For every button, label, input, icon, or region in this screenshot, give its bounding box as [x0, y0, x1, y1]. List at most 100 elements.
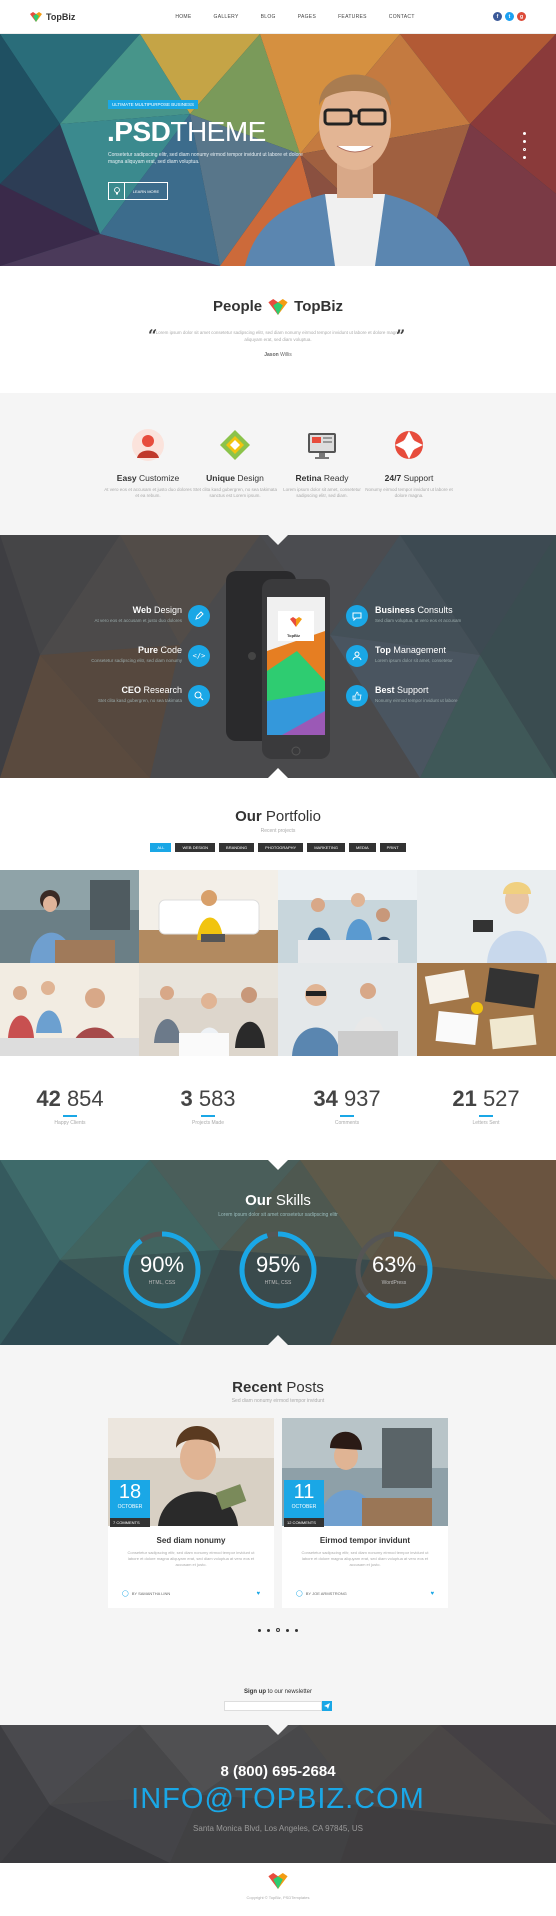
- portfolio-item[interactable]: [139, 870, 278, 963]
- portfolio-item[interactable]: [139, 963, 278, 1056]
- stat-number-bold: 3: [180, 1086, 193, 1111]
- post-card[interactable]: 18 OCTOBER 7 COMMENTS Sed diam nonumy Con…: [108, 1418, 274, 1608]
- portfolio-item[interactable]: [417, 963, 556, 1056]
- menu-home[interactable]: HOME: [175, 14, 191, 20]
- filter-media[interactable]: MEDIA: [348, 843, 376, 852]
- newsletter-title-rest: to our newsletter: [267, 1689, 313, 1695]
- menu-features[interactable]: FEATURES: [338, 14, 367, 20]
- contact-phone[interactable]: 8 (800) 695-2684: [0, 1763, 556, 1780]
- stat-number-rest: 854: [66, 1086, 104, 1111]
- twitter-icon[interactable]: t: [505, 12, 514, 21]
- search-icon: [188, 685, 210, 707]
- stat-number: 34 937: [292, 1086, 402, 1112]
- feature-title: Easy Customize: [103, 473, 193, 483]
- post-card[interactable]: 11 OCTOBER 12 COMMENTS Eirmod tempor invi…: [282, 1418, 448, 1608]
- footer: Copyright © TopBiz, PSDTemplates: [0, 1863, 556, 1916]
- learn-more-button[interactable]: LEARN MORE: [108, 182, 168, 200]
- service-title: Best Support: [375, 685, 495, 695]
- monitor-icon: [277, 427, 367, 463]
- footer-heart-logo-icon[interactable]: [268, 1873, 288, 1889]
- skill-value: 90%: [139, 1252, 185, 1277]
- feature-title-bold: 24/7: [384, 473, 402, 483]
- posts-subtitle: Sed diam nonumy eirmod tempor invidunt: [231, 1398, 325, 1404]
- stat-divider: [201, 1115, 215, 1117]
- portfolio-section: Our Portfolio Recent projects ALL WEB DE…: [0, 778, 556, 870]
- portfolio-item[interactable]: [278, 963, 417, 1056]
- newsletter-submit-button[interactable]: [322, 1701, 332, 1711]
- service-text: Consetetur sadipscing elitr, sed diam no…: [91, 658, 182, 663]
- filter-web-design[interactable]: WEB DESIGN: [175, 843, 216, 852]
- feature-text: Lorem ipsum dolor sit amet, consetetur s…: [283, 487, 361, 498]
- section-arrow: [268, 1335, 288, 1345]
- facebook-icon[interactable]: f: [493, 12, 502, 21]
- portfolio-item[interactable]: [0, 963, 139, 1056]
- post-title[interactable]: Sed diam nonumy: [108, 1536, 274, 1545]
- filter-branding[interactable]: BRANDING: [219, 843, 255, 852]
- service-title: Pure Code: [62, 645, 182, 655]
- page-dot[interactable]: [286, 1628, 289, 1632]
- slider-dot-active[interactable]: [523, 148, 526, 151]
- service-title-rest: Consults: [417, 605, 453, 615]
- feature-title: Unique Design: [190, 473, 280, 483]
- page-dot[interactable]: [258, 1628, 261, 1632]
- quote-close-icon: ”: [396, 326, 406, 345]
- stat-number: 3 583: [153, 1086, 263, 1112]
- filter-print[interactable]: PRINT: [379, 843, 406, 852]
- feature-retina-ready: Retina Ready Lorem ipsum dolor sit amet,…: [277, 427, 367, 499]
- menu-pages[interactable]: PAGES: [298, 14, 316, 20]
- stat-number-rest: 937: [343, 1086, 381, 1111]
- post-author[interactable]: BY SAMANTHA LINN: [132, 1591, 171, 1596]
- service-text: Lorem ipsum dolor sit amet, consetetur: [375, 658, 453, 663]
- section-arrow: [268, 1725, 288, 1735]
- page-dot[interactable]: [295, 1628, 298, 1632]
- testimonial-title-bold: People: [212, 298, 263, 315]
- posts-title: Recent Posts: [0, 1379, 556, 1396]
- filter-photography[interactable]: PHOTOGRAPHY: [258, 843, 304, 852]
- contact-email[interactable]: INFO@TOPBIZ.COM: [0, 1783, 556, 1816]
- portfolio-item[interactable]: [417, 870, 556, 963]
- newsletter-title: Sign up to our newsletter: [0, 1689, 556, 1695]
- portfolio-item[interactable]: [278, 870, 417, 963]
- menu-gallery[interactable]: GALLERY: [214, 14, 239, 20]
- post-title[interactable]: Eirmod tempor invidunt: [282, 1536, 448, 1545]
- heart-icon[interactable]: ♥: [430, 1591, 434, 1597]
- author-first: Jason: [264, 352, 279, 358]
- slider-dot[interactable]: [523, 140, 526, 143]
- heart-logo-icon: [30, 11, 42, 22]
- skills-title-bold: Our: [245, 1192, 272, 1209]
- page-dot-active[interactable]: [276, 1628, 280, 1632]
- slider-dot[interactable]: [523, 132, 526, 135]
- portfolio-item[interactable]: [0, 870, 139, 963]
- slider-dot[interactable]: [523, 156, 526, 159]
- menu-blog[interactable]: BLOG: [261, 14, 276, 20]
- section-arrow: [268, 768, 288, 778]
- service-best-support: Best Support Nonumy eirmod tempor invidu…: [375, 685, 495, 703]
- newsletter-section: Sign up to our newsletter: [0, 1665, 556, 1725]
- post-comments[interactable]: 12 COMMENTS: [284, 1518, 324, 1527]
- google-plus-icon[interactable]: g: [517, 12, 526, 21]
- filter-marketing[interactable]: MARKETING: [307, 843, 345, 852]
- page-dot[interactable]: [267, 1628, 270, 1632]
- hero-person-image: [245, 74, 470, 266]
- post-comments[interactable]: 7 COMMENTS: [110, 1518, 150, 1527]
- portfolio-title-rest: Portfolio: [265, 808, 321, 825]
- pencil-icon: [188, 605, 210, 627]
- hero-badge: ULTIMATE MULTIPURPOSE BUSINESS: [108, 100, 199, 109]
- stat-number-bold: 42: [36, 1086, 61, 1111]
- portfolio-grid: [0, 870, 556, 1056]
- filter-all[interactable]: ALL: [150, 843, 172, 852]
- heart-icon[interactable]: ♥: [256, 1591, 260, 1597]
- section-arrow: [268, 535, 288, 545]
- newsletter-email-input[interactable]: [224, 1701, 322, 1711]
- post-month: OCTOBER: [291, 1504, 317, 1510]
- stat-number-rest: 583: [198, 1086, 236, 1111]
- heart-logo-icon: [268, 298, 288, 315]
- feature-title-rest: Ready: [323, 473, 349, 483]
- hero-title-rest: THEME: [170, 116, 266, 147]
- service-title-rest: Design: [153, 605, 182, 615]
- chat-icon: [346, 605, 368, 627]
- stat-divider: [63, 1115, 77, 1117]
- brand-logo[interactable]: TopBiz: [30, 11, 75, 22]
- menu-contact[interactable]: CONTACT: [389, 14, 415, 20]
- post-author[interactable]: BY JOE ARMSTRONG: [306, 1591, 347, 1596]
